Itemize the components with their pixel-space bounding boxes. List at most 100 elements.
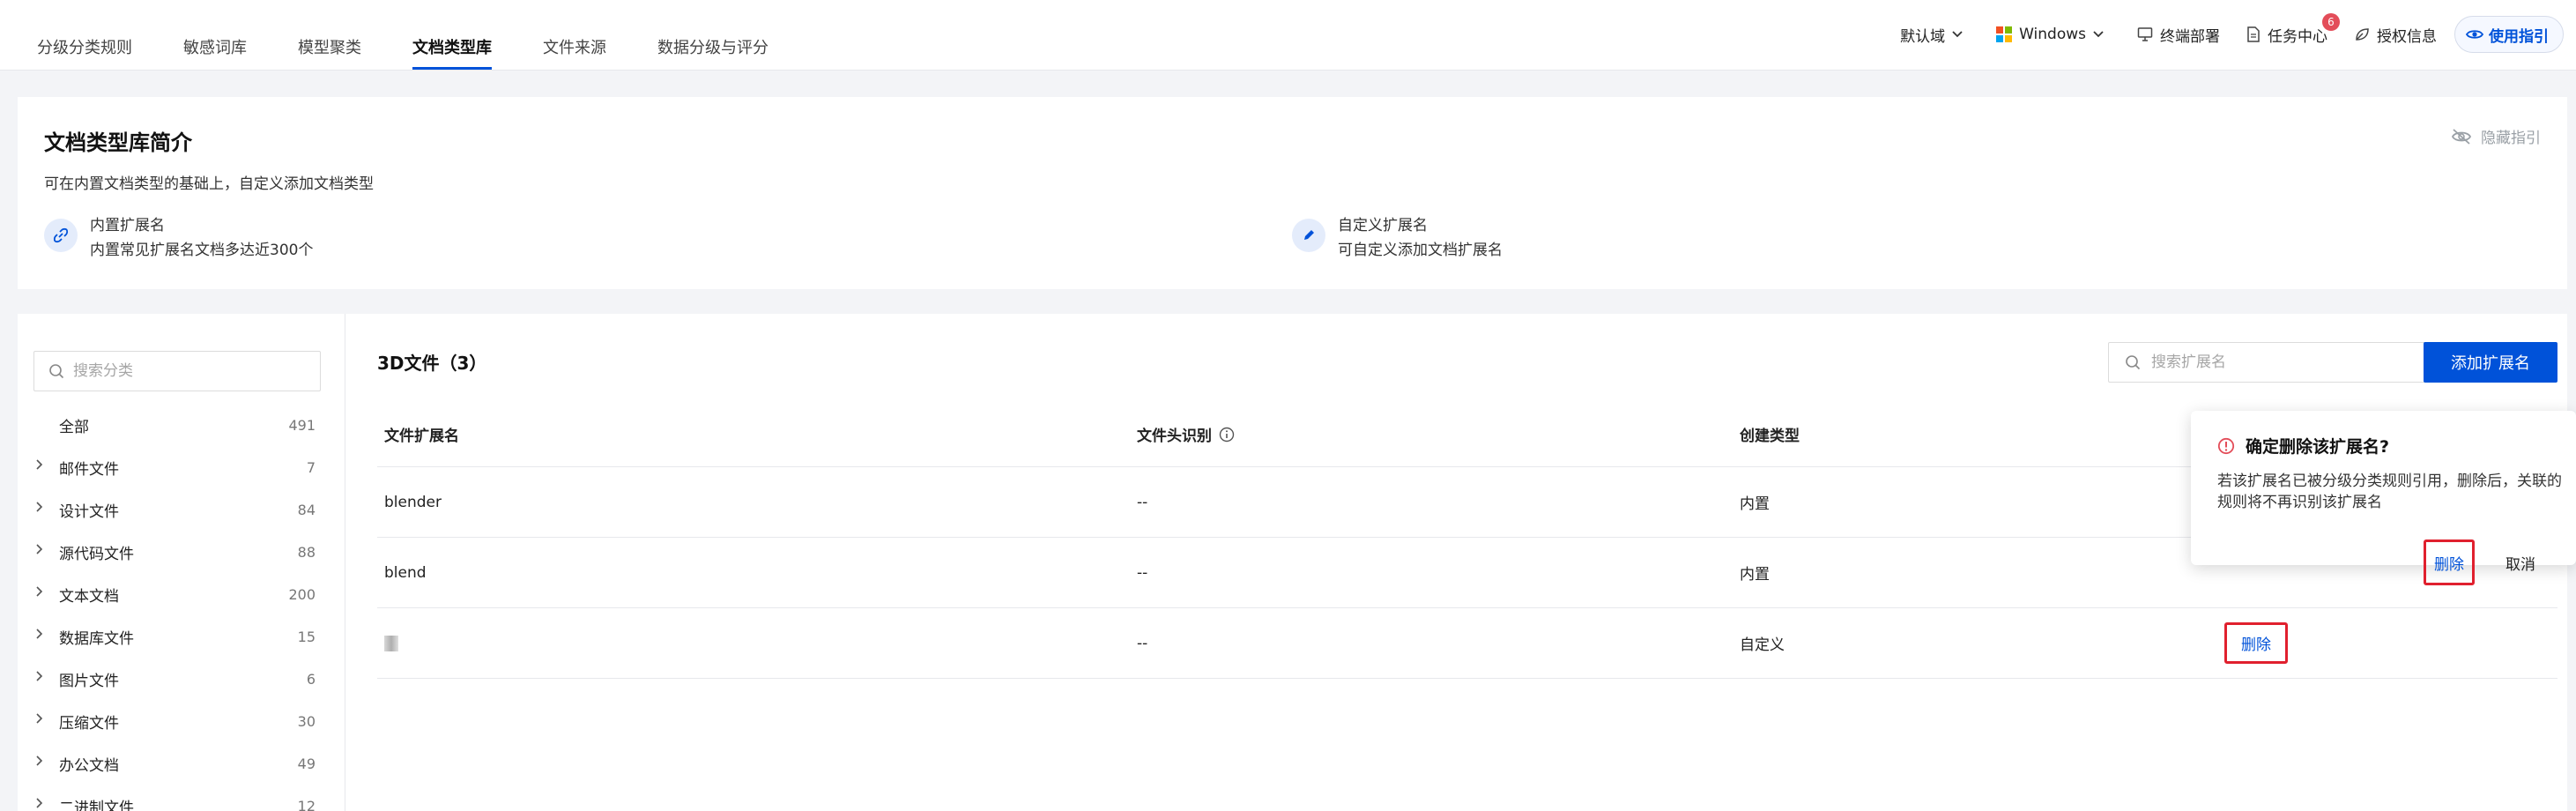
category-item[interactable]: 文本文档 200 [18, 573, 345, 615]
feature-custom-title: 自定义扩展名 [1338, 217, 1428, 234]
category-item[interactable]: 设计文件 84 [18, 488, 345, 531]
feature-builtin-desc: 内置常见扩展名文档多达近300个 [90, 242, 314, 259]
delete-link[interactable]: 删除 [2224, 622, 2288, 664]
extension-search-input[interactable] [2151, 353, 2363, 371]
category-count: 30 [297, 712, 316, 730]
file-header-value: -- [1137, 493, 1148, 511]
pencil-icon [1292, 219, 1325, 252]
chevron-right-icon[interactable] [35, 712, 44, 725]
category-search-input[interactable] [73, 362, 285, 380]
feature-custom-desc: 可自定义添加文档扩展名 [1338, 242, 1503, 259]
column-header-file-header: 文件头识别 [1137, 402, 1235, 466]
tab-data-grading[interactable]: 数据分级与评分 [657, 0, 768, 71]
category-name: 文本文档 [59, 587, 119, 606]
column-header-label: 文件头识别 [1137, 428, 1212, 445]
document-icon [2247, 26, 2260, 42]
chevron-right-icon[interactable] [35, 543, 44, 555]
category-item[interactable]: 邮件文件 7 [18, 446, 345, 488]
task-count-badge: 6 [2322, 12, 2340, 31]
header-tools: 默认域 Windows 终端部署 任务中心 6 授权信息 使用指引 [1874, 12, 2564, 53]
column-header-extension: 文件扩展名 [384, 428, 459, 445]
tab-sensitive-words[interactable]: 敏感词库 [183, 0, 247, 71]
task-center-link[interactable]: 任务中心 6 [2246, 12, 2340, 46]
confirm-delete-button[interactable]: 删除 [2424, 539, 2475, 585]
tab-classification-rules[interactable]: 分级分类规则 [37, 0, 132, 71]
tab-file-sources[interactable]: 文件来源 [543, 0, 606, 71]
category-count: 491 [288, 416, 316, 434]
chevron-down-icon [1952, 31, 1963, 38]
cancel-button[interactable]: 取消 [2494, 543, 2547, 582]
chevron-right-icon[interactable] [35, 755, 44, 767]
windows-icon [1996, 26, 2013, 42]
category-count: 7 [306, 458, 316, 476]
intro-description: 可在内置文档类型的基础上，自定义添加文档类型 [44, 175, 374, 193]
chevron-right-icon[interactable] [35, 458, 44, 471]
chevron-right-icon[interactable] [35, 501, 44, 513]
feature-builtin-title: 内置扩展名 [90, 217, 165, 234]
file-header-value: -- [1137, 634, 1148, 652]
search-icon [2126, 355, 2141, 370]
category-count: 200 [288, 585, 316, 603]
link-icon [44, 219, 78, 252]
category-count: 49 [297, 755, 316, 772]
search-icon [49, 364, 64, 379]
license-label: 授权信息 [2377, 27, 2437, 46]
category-name: 图片文件 [59, 672, 119, 690]
category-item[interactable]: 图片文件 6 [18, 658, 345, 700]
intro-card: 文档类型库简介 隐藏指引 可在内置文档类型的基础上，自定义添加文档类型 内置扩展… [18, 97, 2567, 289]
info-icon[interactable] [1219, 427, 1235, 443]
eye-off-icon [2451, 128, 2472, 145]
category-count: 88 [297, 543, 316, 561]
category-list: 全部 491 邮件文件 7 设计文件 84 源代码文件 88 文本文档 200 … [18, 404, 345, 811]
feature-builtin: 内置扩展名 内置常见扩展名文档多达近300个 [44, 213, 313, 263]
category-item[interactable]: 压缩文件 30 [18, 700, 345, 742]
warning-icon [2217, 437, 2235, 454]
file-header-value: -- [1137, 563, 1148, 582]
license-info-link[interactable]: 授权信息 [2354, 24, 2437, 46]
guide-label: 使用指引 [2489, 27, 2549, 46]
domain-label: 默认域 [1900, 27, 1946, 46]
popover-message: 若该扩展名已被分级分类规则引用，删除后，关联的规则将不再识别该扩展名 [2217, 472, 2562, 511]
chevron-right-icon[interactable] [35, 670, 44, 682]
redacted-text [384, 635, 398, 651]
os-selector[interactable]: Windows [1996, 26, 2111, 43]
category-name: 办公文档 [59, 756, 119, 775]
create-type-value: 内置 [1740, 495, 1770, 513]
tab-document-types[interactable]: 文档类型库 [412, 0, 492, 71]
top-navigation: 分级分类规则 敏感词库 模型聚类 文档类型库 文件来源 数据分级与评分 默认域 … [0, 0, 2576, 71]
category-name: 设计文件 [59, 502, 119, 521]
usage-guide-button[interactable]: 使用指引 [2454, 16, 2564, 53]
row-actions: 删除 [2224, 608, 2288, 678]
category-count: 12 [297, 797, 316, 811]
hide-guide-button[interactable]: 隐藏指引 [2451, 125, 2541, 147]
category-name: 二进制文件 [59, 799, 134, 811]
category-name: 源代码文件 [59, 545, 134, 563]
category-item[interactable]: 办公文档 49 [18, 742, 345, 785]
category-item[interactable]: 二进制文件 12 [18, 785, 345, 811]
terminal-deploy-link[interactable]: 终端部署 [2137, 24, 2220, 46]
extension-name-redacted [384, 608, 398, 678]
category-item-all[interactable]: 全部 491 [18, 404, 345, 446]
domain-selector[interactable]: 默认域 [1900, 24, 1970, 46]
popover-title-text: 确定删除该扩展名? [2246, 437, 2390, 457]
category-search-box[interactable] [33, 351, 321, 391]
main-panel: 全部 491 邮件文件 7 设计文件 84 源代码文件 88 文本文档 [18, 314, 2567, 811]
add-extension-button[interactable]: 添加扩展名 [2424, 342, 2557, 383]
popover-title: 确定删除该扩展名? [2217, 434, 2389, 458]
feature-custom: 自定义扩展名 可自定义添加文档扩展名 [1292, 213, 1503, 263]
extension-name: blend [384, 563, 427, 582]
category-item[interactable]: 数据库文件 15 [18, 615, 345, 658]
category-count: 6 [306, 670, 316, 688]
extension-name: blender [384, 493, 442, 511]
category-sidebar: 全部 491 邮件文件 7 设计文件 84 源代码文件 88 文本文档 [18, 314, 345, 811]
table-row: -- 自定义 删除 [377, 608, 2557, 679]
tab-model-clustering[interactable]: 模型聚类 [298, 0, 361, 71]
chevron-right-icon[interactable] [35, 585, 44, 598]
category-title: 3D文件（3） [377, 353, 487, 374]
chevron-right-icon[interactable] [35, 628, 44, 640]
os-label: Windows [2019, 26, 2086, 43]
extension-search-box[interactable] [2108, 342, 2427, 383]
category-name: 全部 [59, 418, 89, 436]
chevron-right-icon[interactable] [35, 797, 44, 809]
category-item[interactable]: 源代码文件 88 [18, 531, 345, 573]
